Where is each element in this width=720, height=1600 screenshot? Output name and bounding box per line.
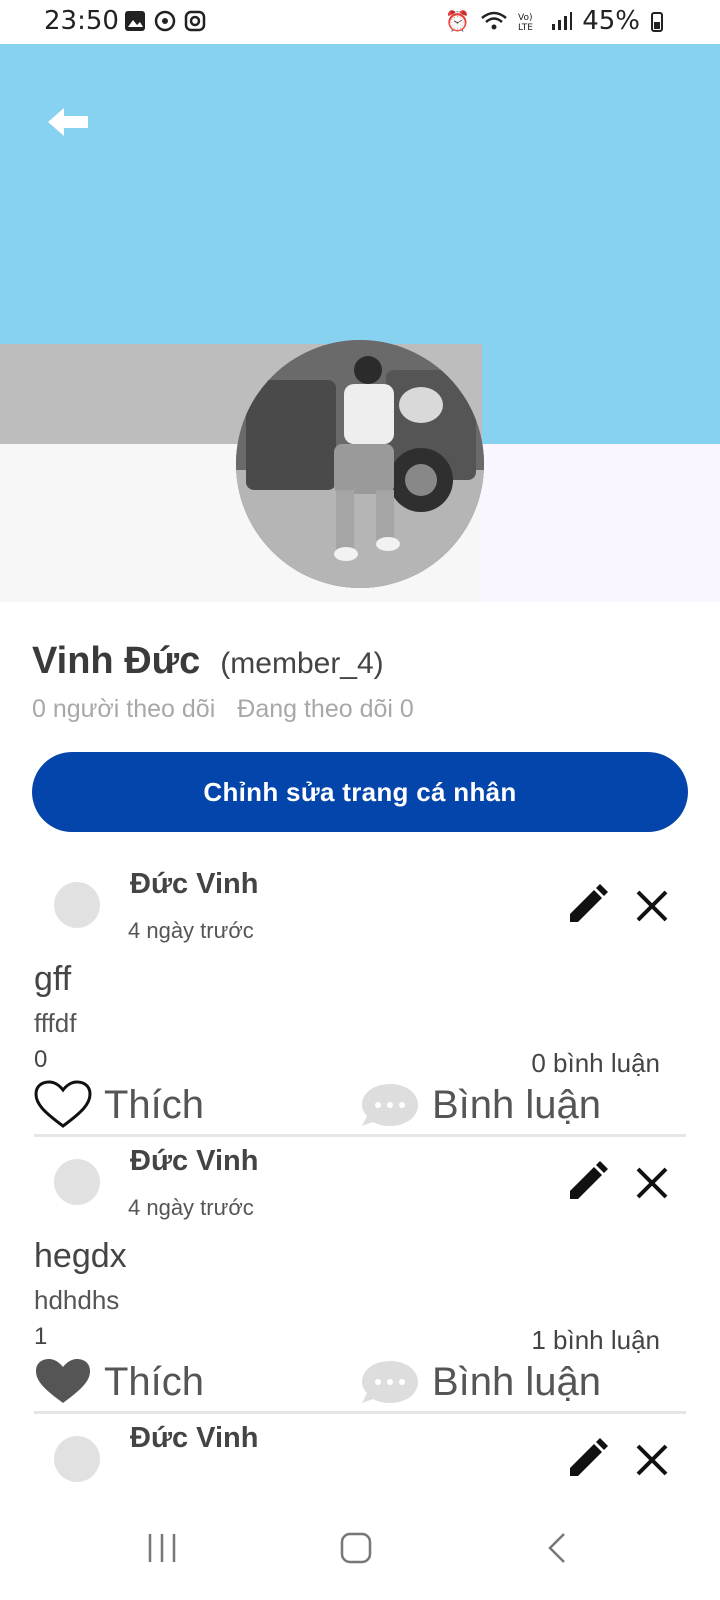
comment-label: Bình luận — [432, 1082, 602, 1127]
comment-button[interactable]: Bình luận — [360, 1080, 601, 1130]
profile-username: (member_4) — [220, 647, 384, 680]
pencil-icon — [570, 1438, 608, 1476]
wifi-icon — [481, 11, 508, 30]
post-comment-count[interactable]: 0 bình luận — [531, 1048, 660, 1079]
heart-outline-icon — [34, 1080, 92, 1128]
battery-level: 45% — [582, 6, 640, 36]
edit-profile-button[interactable]: Chỉnh sửa trang cá nhân — [32, 752, 688, 832]
like-button[interactable]: Thích — [34, 1080, 204, 1130]
profile-header-background-right — [482, 444, 720, 602]
edit-post-button[interactable] — [566, 1161, 608, 1203]
chat-bubble-icon — [362, 1361, 418, 1403]
close-icon — [636, 890, 668, 922]
post-author-avatar[interactable] — [54, 1436, 100, 1482]
profile-name: Vinh Đức — [32, 640, 201, 682]
battery-icon — [651, 12, 663, 32]
chat-bubble-icon — [362, 1084, 418, 1126]
avatar-photo — [236, 340, 484, 588]
delete-post-button[interactable] — [634, 1442, 670, 1478]
system-indicators: ⏰ Vo) LTE 45% — [445, 6, 664, 36]
notification-icons — [124, 10, 206, 32]
status-bar: 23:50 ⏰ Vo) LTE 45% — [0, 0, 720, 44]
post-comment-count[interactable]: 1 bình luận — [531, 1325, 660, 1356]
followers-count[interactable]: 0 người theo dõi — [32, 695, 215, 724]
post-time: 4 ngày trước — [128, 918, 254, 943]
comment-button[interactable]: Bình luận — [360, 1357, 601, 1407]
post-card: Đức Vinh 4 ngày trước hegdx hdhdhs 1 1 b… — [0, 1137, 720, 1417]
name-row: Vinh Đức (member_4) — [32, 640, 692, 683]
post-like-count: 0 — [34, 1046, 48, 1073]
post-like-count: 1 — [34, 1323, 48, 1350]
edit-post-button[interactable] — [566, 884, 608, 926]
svg-text:LTE: LTE — [518, 23, 533, 32]
signal-icon — [552, 12, 573, 30]
svg-text:Vo): Vo) — [518, 13, 532, 23]
back-button[interactable] — [44, 104, 92, 140]
profile-avatar[interactable] — [236, 340, 484, 588]
close-icon — [636, 1167, 668, 1199]
system-navigation-bar — [0, 1500, 720, 1600]
arrow-left-icon — [48, 108, 88, 136]
delete-post-button[interactable] — [634, 1165, 670, 1201]
post-author-avatar[interactable] — [54, 882, 100, 928]
pencil-icon — [570, 884, 608, 922]
post-body: fffdf — [34, 1008, 77, 1038]
post-card: Đức Vinh — [0, 1414, 720, 1500]
recent-apps-icon — [148, 1534, 176, 1562]
heart-filled-icon — [36, 1359, 90, 1403]
post-title: hegdx — [34, 1237, 127, 1275]
status-time: 23:50 — [44, 6, 119, 36]
post-time: 4 ngày trước — [128, 1195, 254, 1220]
comment-label: Bình luận — [432, 1359, 602, 1404]
recent-apps-button[interactable] — [144, 1530, 180, 1571]
like-button[interactable]: Thích — [34, 1357, 204, 1407]
instagram-icon — [184, 10, 206, 32]
post-author-name[interactable]: Đức Vinh — [130, 1422, 258, 1455]
home-button[interactable] — [338, 1530, 374, 1571]
following-count[interactable]: Đang theo dõi 0 — [237, 695, 414, 724]
volte-icon: Vo)LTE — [518, 13, 533, 32]
close-icon — [636, 1444, 668, 1476]
pencil-icon — [570, 1161, 608, 1199]
home-icon — [340, 1532, 372, 1564]
post-author-name[interactable]: Đức Vinh — [130, 868, 258, 901]
post-body: hdhdhs — [34, 1285, 120, 1315]
profile-info: Vinh Đức (member_4) 0 người theo dõi Đan… — [32, 640, 692, 724]
gallery-icon — [125, 11, 145, 31]
back-nav-button[interactable] — [540, 1530, 576, 1571]
chevron-left-icon — [548, 1533, 565, 1563]
post-author-avatar[interactable] — [54, 1159, 100, 1205]
like-label: Thích — [104, 1082, 205, 1127]
post-card: Đức Vinh 4 ngày trước gff fffdf 0 0 bình… — [0, 860, 720, 1140]
delete-post-button[interactable] — [634, 888, 670, 924]
post-author-name[interactable]: Đức Vinh — [130, 1145, 258, 1178]
edit-post-button[interactable] — [566, 1438, 608, 1480]
follow-stats: 0 người theo dõi Đang theo dõi 0 — [32, 695, 692, 724]
alarm-icon: ⏰ — [445, 9, 471, 33]
post-title: gff — [34, 960, 72, 998]
like-label: Thích — [104, 1359, 205, 1404]
sync-icon — [154, 10, 176, 32]
